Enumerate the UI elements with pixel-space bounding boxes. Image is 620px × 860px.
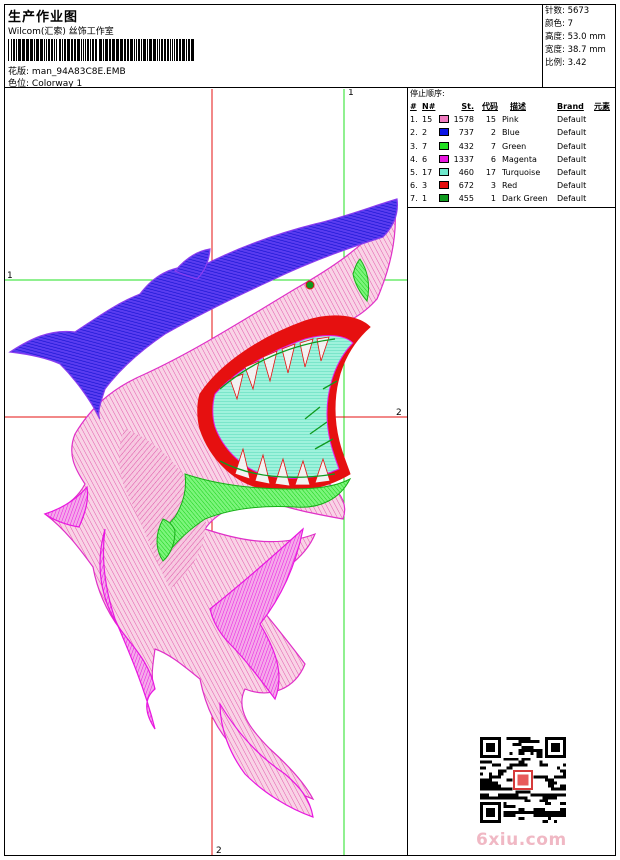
- col-header-num: #: [410, 102, 417, 111]
- row-index: 6.: [410, 181, 418, 191]
- colorway-line: 色位: Colorway 1: [8, 76, 82, 89]
- row-index: 4.: [410, 154, 418, 164]
- row-brand: Default: [557, 154, 587, 164]
- shark-pectoral-fin: [43, 485, 89, 528]
- row-needle: 6: [422, 154, 428, 164]
- row-code: 15: [485, 115, 496, 125]
- row-needle: 1: [422, 194, 428, 204]
- row-code: 2: [490, 128, 496, 138]
- colorway-name: Colorway 1: [31, 79, 83, 89]
- row-brand: Default: [557, 128, 587, 138]
- row-stitches: 737: [458, 128, 474, 138]
- barcode: [8, 39, 194, 61]
- colorway-label: 色位:: [8, 79, 30, 89]
- page-title: 生产作业图: [8, 10, 79, 25]
- col-header-desc: 描述: [510, 102, 526, 111]
- row-stitches: 455: [458, 194, 474, 204]
- row-index: 5.: [410, 167, 418, 177]
- row-color-swatch: [439, 154, 449, 163]
- row-description: Turquoise: [502, 167, 541, 177]
- row-description: Dark Green: [502, 194, 548, 204]
- row-stitches: 672: [458, 181, 474, 191]
- row-description: Magenta: [502, 154, 537, 164]
- col-header-brand: Brand: [557, 102, 584, 111]
- row-brand: Default: [557, 115, 587, 125]
- header-panel: 生产作业图 Wilcom(汇索) 丝饰工作室 花版: man_94A83C8E.…: [4, 4, 616, 89]
- col-header-n: N#: [422, 102, 436, 111]
- row-stitches: 1337: [453, 154, 474, 164]
- stats-panel: 针数: 5673 颜色: 7 高度: 53.0 mm 宽度: 38.7 mm 比…: [542, 4, 616, 88]
- table-row: 6. 3 672 3 Red Default: [408, 179, 616, 192]
- row-code: 7: [490, 141, 496, 151]
- row-needle: 15: [422, 115, 433, 125]
- row-description: Green: [502, 141, 527, 151]
- embroidery-preview: 1 1 2 2: [5, 89, 407, 855]
- row-description: Pink: [502, 115, 519, 125]
- row-brand: Default: [557, 141, 587, 151]
- stat-colors: 颜色: 7: [545, 19, 573, 29]
- row-needle: 2: [422, 128, 428, 138]
- row-color-swatch: [439, 141, 449, 150]
- table-body: 1. 15 1578 15 Pink Default 2. 2 737 2 Blue Default 3…: [408, 113, 616, 205]
- row-index: 3.: [410, 141, 418, 151]
- row-brand: Default: [557, 181, 587, 191]
- row-needle: 17: [422, 167, 433, 177]
- row-index: 7.: [410, 194, 418, 204]
- row-color-swatch: [439, 194, 449, 203]
- table-row: 1. 15 1578 15 Pink Default: [408, 113, 616, 126]
- guide-label-red-h: 2: [396, 408, 402, 418]
- row-description: Blue: [502, 128, 520, 138]
- stat-stitches: 针数: 5673: [545, 6, 590, 16]
- guide-label-red-v: 2: [216, 846, 222, 855]
- stat-width: 宽度: 38.7 mm: [545, 45, 606, 55]
- shark-eye: [305, 280, 315, 290]
- table-row: 7. 1 455 1 Dark Green Default: [408, 192, 616, 205]
- stop-sequence-table: 停止顺序: # N# St. 代码 描述 Brand 元素 1. 15 1578 15…: [408, 88, 616, 206]
- row-description: Red: [502, 181, 518, 191]
- row-code: 1: [490, 194, 496, 204]
- col-header-stitches: St.: [461, 102, 474, 111]
- col-header-element: 元素: [594, 102, 610, 111]
- col-header-code: 代码: [482, 102, 498, 111]
- row-needle: 3: [422, 181, 428, 191]
- row-index: 2.: [410, 128, 418, 138]
- qr-code: [480, 737, 566, 823]
- row-stitches: 432: [458, 141, 474, 151]
- row-stitches: 460: [458, 167, 474, 177]
- table-row: 4. 6 1337 6 Magenta Default: [408, 153, 616, 166]
- table-divider: [407, 207, 616, 208]
- row-brand: Default: [557, 167, 587, 177]
- table-header: # N# St. 代码 描述 Brand 元素: [408, 100, 616, 113]
- row-color-swatch: [439, 115, 449, 124]
- row-code: 3: [490, 181, 496, 191]
- row-color-swatch: [439, 181, 449, 190]
- company-name: Wilcom(汇索) 丝饰工作室: [8, 27, 114, 37]
- row-index: 1.: [410, 115, 418, 125]
- row-code: 6: [490, 154, 496, 164]
- watermark: 6xiu.com: [476, 830, 567, 850]
- row-color-swatch: [439, 128, 449, 137]
- row-code: 17: [485, 167, 496, 177]
- guide-label-green-h: 1: [7, 271, 13, 281]
- table-row: 5. 17 460 17 Turquoise Default: [408, 166, 616, 179]
- guide-label-green-v: 1: [348, 89, 354, 98]
- stat-scale: 比例: 3.42: [545, 58, 587, 68]
- row-brand: Default: [557, 194, 587, 204]
- stop-sequence-caption: 停止顺序:: [410, 89, 445, 98]
- row-stitches: 1578: [453, 115, 474, 125]
- table-row: 3. 7 432 7 Green Default: [408, 140, 616, 153]
- table-row: 2. 2 737 2 Blue Default: [408, 126, 616, 139]
- row-needle: 7: [422, 141, 428, 151]
- row-color-swatch: [439, 167, 449, 176]
- stat-height: 高度: 53.0 mm: [545, 32, 606, 42]
